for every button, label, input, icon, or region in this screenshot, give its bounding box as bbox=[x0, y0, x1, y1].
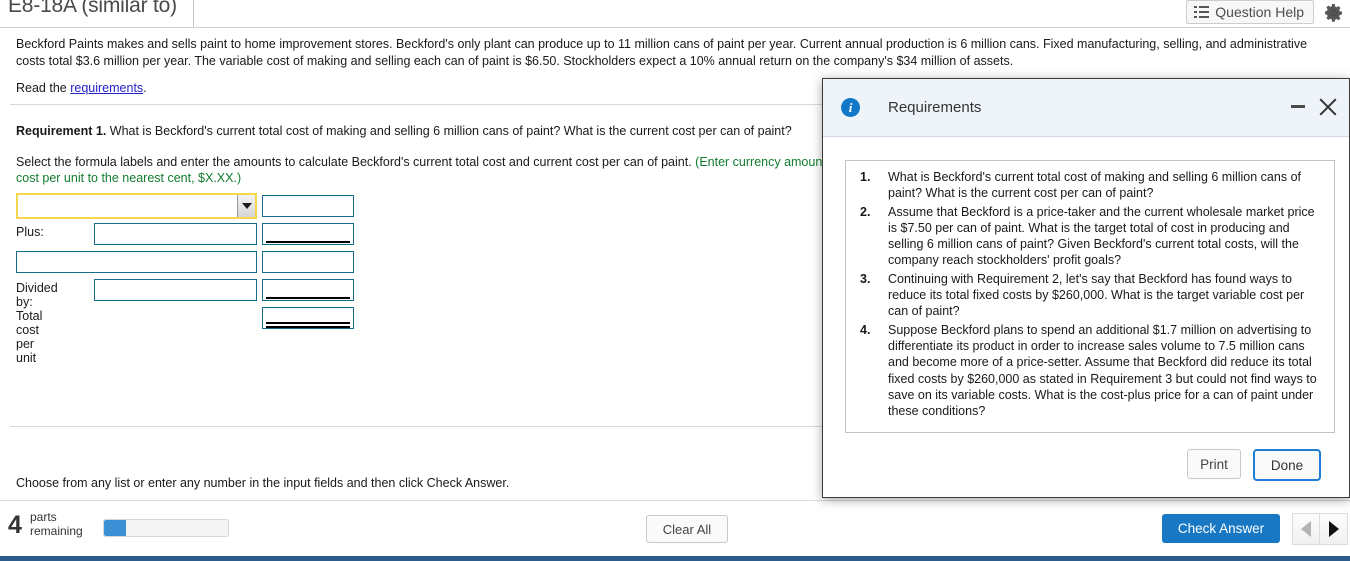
next-button[interactable] bbox=[1320, 513, 1348, 545]
amount-input-3[interactable] bbox=[262, 251, 354, 273]
formula-input-3[interactable] bbox=[16, 251, 257, 273]
question-help-label: Question Help bbox=[1215, 4, 1304, 20]
read-suffix: . bbox=[143, 81, 147, 95]
dialog-footer: Print Done bbox=[823, 449, 1349, 481]
requirement-item-text: Assume that Beckford is a price-taker an… bbox=[888, 204, 1315, 268]
amount-underline-2 bbox=[266, 241, 350, 243]
requirement-item-number: 2. bbox=[860, 204, 871, 219]
requirement-item-text: What is Beckford's current total cost of… bbox=[888, 170, 1301, 201]
list-icon bbox=[1194, 6, 1210, 18]
minimize-icon[interactable] bbox=[1291, 105, 1305, 108]
requirement-item-text: Continuing with Requirement 2, let's say… bbox=[888, 271, 1305, 319]
requirements-list: 1. What is Beckford's current total cost … bbox=[846, 161, 1334, 419]
form-label-plus: Plus: bbox=[16, 225, 44, 239]
amount-underline-5a bbox=[266, 322, 350, 324]
triangle-left-icon bbox=[1301, 521, 1311, 537]
dialog-header: i Requirements bbox=[823, 79, 1349, 137]
gear-icon[interactable] bbox=[1324, 3, 1344, 23]
requirement-item-number: 4. bbox=[860, 322, 871, 337]
choose-hint: Choose from any list or enter any number… bbox=[16, 476, 510, 490]
progress-bar bbox=[103, 519, 229, 537]
top-bar: E8-18A (similar to) Question Help bbox=[0, 0, 1350, 28]
previous-button[interactable] bbox=[1292, 513, 1320, 545]
question-page: E8-18A (similar to) Question Help Beckfo… bbox=[0, 0, 1350, 561]
done-button[interactable]: Done bbox=[1253, 449, 1321, 481]
parts-label-line1: parts bbox=[30, 510, 57, 524]
page-title: E8-18A (similar to) bbox=[8, 0, 177, 17]
requirement-item-number: 3. bbox=[860, 271, 871, 286]
problem-statement: Beckford Paints makes and sells paint to… bbox=[16, 37, 1308, 68]
requirement-item-number: 1. bbox=[860, 170, 871, 184]
progress-bar-fill bbox=[104, 520, 127, 536]
formula-input-4[interactable] bbox=[94, 279, 257, 301]
requirement-text: What is Beckford's current total cost of… bbox=[106, 124, 792, 138]
formula-label-select-1-value bbox=[18, 195, 237, 217]
check-answer-button[interactable]: Check Answer bbox=[1162, 514, 1280, 543]
requirements-link[interactable]: requirements bbox=[70, 81, 143, 95]
clear-all-button[interactable]: Clear All bbox=[646, 515, 728, 543]
amount-underline-4 bbox=[266, 297, 350, 299]
amount-underline-5b bbox=[266, 326, 350, 328]
requirement-item: 4. Suppose Beckford plans to spend an add… bbox=[846, 322, 1324, 420]
bottom-bar: 4 parts remaining Clear All bbox=[0, 500, 1350, 556]
question-help-button[interactable]: Question Help bbox=[1186, 0, 1314, 24]
formula-input-2[interactable] bbox=[94, 223, 257, 245]
requirement-item-text: Suppose Beckford plans to spend an addit… bbox=[888, 322, 1317, 419]
print-button[interactable]: Print bbox=[1187, 449, 1241, 479]
read-prefix: Read the bbox=[16, 81, 71, 95]
parts-remaining-label: parts remaining bbox=[30, 510, 83, 538]
form-label-total-cost-per-unit: Total cost per unit bbox=[16, 309, 43, 365]
chevron-down-icon[interactable] bbox=[237, 195, 255, 217]
requirement-item: 2. Assume that Beckford is a price-taker … bbox=[846, 204, 1324, 269]
amount-input-1[interactable] bbox=[262, 195, 354, 217]
read-requirements-line: Read the requirements. bbox=[16, 81, 147, 95]
formula-label-select-1[interactable] bbox=[16, 193, 257, 219]
requirements-dialog: i Requirements 1. What is Beckford's curr… bbox=[822, 78, 1350, 498]
dialog-body: 1. What is Beckford's current total cost … bbox=[845, 160, 1335, 433]
info-icon: i bbox=[841, 98, 860, 117]
bottom-blue-strip bbox=[0, 556, 1350, 561]
close-icon[interactable] bbox=[1317, 96, 1339, 118]
requirement-item: 1. What is Beckford's current total cost … bbox=[846, 169, 1324, 202]
tab-divider bbox=[193, 0, 194, 27]
nav-arrows bbox=[1292, 513, 1348, 545]
instruction-black: Select the formula labels and enter the … bbox=[16, 155, 696, 169]
requirement-label: Requirement 1. bbox=[16, 124, 107, 138]
triangle-right-icon bbox=[1328, 521, 1339, 537]
requirement-item: 3. Continuing with Requirement 2, let's s… bbox=[846, 271, 1324, 320]
parts-remaining-count: 4 bbox=[8, 511, 22, 539]
form-label-divided-by: Divided by: bbox=[16, 281, 58, 309]
parts-label-line2: remaining bbox=[30, 523, 83, 538]
dialog-title: Requirements bbox=[888, 99, 982, 116]
